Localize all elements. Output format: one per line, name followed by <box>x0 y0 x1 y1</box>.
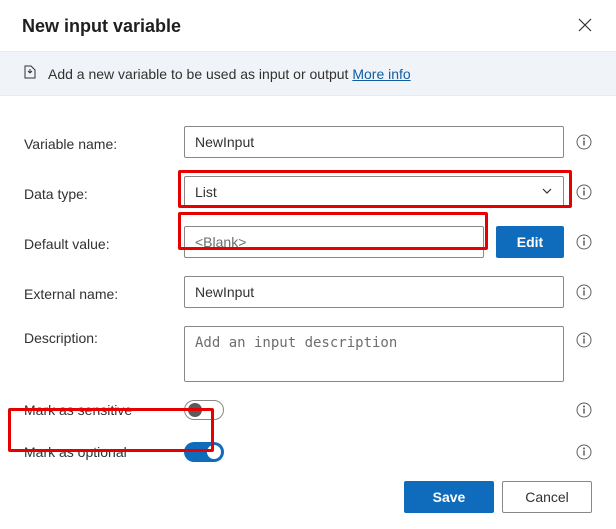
edit-default-button[interactable]: Edit <box>496 226 564 258</box>
variable-name-input[interactable] <box>184 126 564 158</box>
label-variable-name: Variable name: <box>24 132 184 152</box>
description-input[interactable] <box>184 326 564 382</box>
mark-optional-toggle[interactable] <box>184 442 224 462</box>
input-variable-icon <box>22 64 38 83</box>
row-mark-sensitive: Mark as sensitive <box>24 400 592 420</box>
chevron-down-icon <box>541 184 553 200</box>
label-mark-optional: Mark as optional <box>24 444 184 460</box>
banner-text: Add a new variable to be used as input o… <box>48 66 411 82</box>
row-description: Description: <box>24 326 592 382</box>
dialog-footer: Save Cancel <box>404 481 592 513</box>
data-type-select[interactable]: List <box>184 176 564 208</box>
row-mark-optional: Mark as optional <box>24 442 592 462</box>
info-icon[interactable] <box>576 332 592 348</box>
label-external-name: External name: <box>24 282 184 302</box>
mark-sensitive-toggle[interactable] <box>184 400 224 420</box>
row-external-name: External name: <box>24 276 592 308</box>
info-banner: Add a new variable to be used as input o… <box>0 51 616 96</box>
info-icon[interactable] <box>576 284 592 300</box>
row-data-type: Data type: List <box>24 176 592 208</box>
info-icon[interactable] <box>576 402 592 418</box>
close-button[interactable] <box>574 14 596 39</box>
more-info-link[interactable]: More info <box>352 66 410 82</box>
info-icon[interactable] <box>576 134 592 150</box>
label-data-type: Data type: <box>24 182 184 202</box>
row-default-value: Default value: <Blank> Edit <box>24 226 592 258</box>
info-icon[interactable] <box>576 444 592 460</box>
info-icon[interactable] <box>576 184 592 200</box>
dialog-header: New input variable <box>0 0 616 51</box>
form-area: Variable name: Data type: List <box>0 96 616 472</box>
default-value-display: <Blank> <box>184 226 484 258</box>
data-type-value: List <box>195 184 217 200</box>
new-input-variable-dialog: New input variable Add a new variable to… <box>0 0 616 529</box>
info-icon[interactable] <box>576 234 592 250</box>
close-icon <box>578 20 592 35</box>
external-name-input[interactable] <box>184 276 564 308</box>
dialog-title: New input variable <box>22 16 181 37</box>
cancel-button[interactable]: Cancel <box>502 481 592 513</box>
label-mark-sensitive: Mark as sensitive <box>24 402 184 418</box>
row-variable-name: Variable name: <box>24 126 592 158</box>
label-description: Description: <box>24 326 184 346</box>
label-default-value: Default value: <box>24 232 184 252</box>
save-button[interactable]: Save <box>404 481 494 513</box>
